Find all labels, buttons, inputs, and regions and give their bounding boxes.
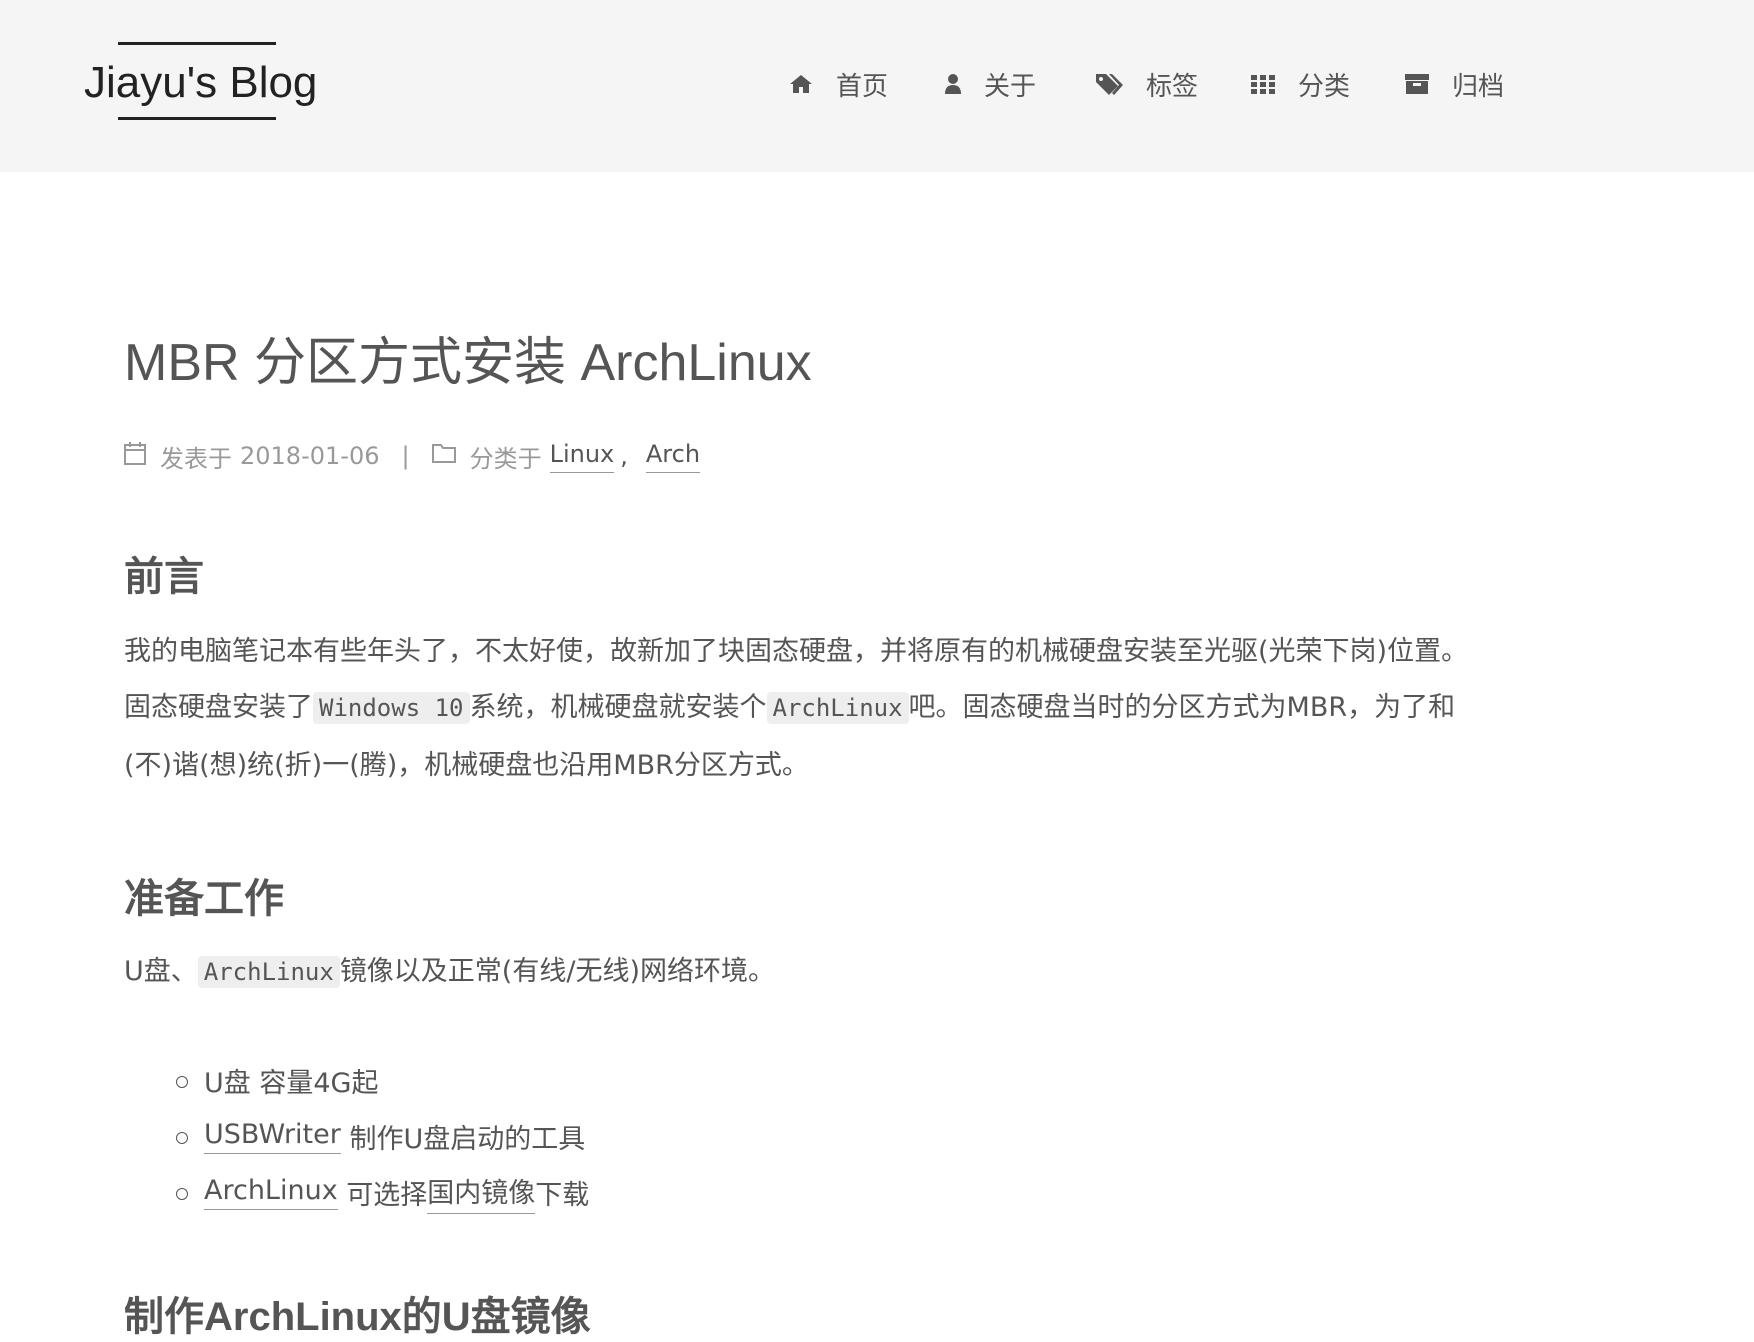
brand-name[interactable]: Jiayu's Blog [84, 56, 317, 110]
menu-label-categories: 分类 [1298, 71, 1351, 102]
paragraph-text: 我的电脑笔记本有些年头了，不太好使，故新加了块固态硬盘，并将原有的机械硬盘安装至… [124, 636, 1469, 667]
category-link-arch[interactable]: Arch [645, 440, 701, 473]
meta-separator: | [401, 442, 410, 470]
usbwriter-link[interactable]: USBWriter [204, 1119, 341, 1154]
menu-label-about: 关于 [984, 71, 1037, 102]
menu-item-archives[interactable]: 归档 [1404, 62, 1504, 106]
home-icon [788, 71, 814, 97]
list-item-text: U盘 容量4G起 [204, 1067, 379, 1099]
site-brand[interactable]: Jiayu's Blog [84, 42, 344, 122]
section-heading-preface: 前言 [124, 555, 204, 599]
archive-icon [1404, 71, 1430, 97]
list-item: USBWriter 制作U盘启动的工具 [176, 1108, 589, 1164]
paragraph-text: U盘、 [124, 956, 198, 987]
folder-icon [431, 442, 456, 470]
list-item: U盘 容量4G起 [176, 1052, 589, 1108]
user-icon [944, 71, 962, 97]
paragraph-text: 吧。固态硬盘当时的分区方式为MBR，为了和 [908, 692, 1456, 723]
list-item-text: 下载 [535, 1179, 590, 1211]
calendar-icon [124, 441, 146, 471]
list-bullet [176, 1076, 188, 1088]
list-item: ArchLinux 可选择 国内镜像 下载 [176, 1164, 589, 1220]
paragraph-text: (不)谐(想)统(折)一(腾)，机械硬盘也沿用MBR分区方式。 [124, 750, 809, 781]
paragraph-text: 镜像以及正常(有线/无线)网络环境。 [339, 956, 775, 987]
list-bullet [176, 1188, 188, 1200]
post-title: MBR 分区方式安装 ArchLinux [124, 334, 812, 392]
section-heading-preparation: 准备工作 [124, 877, 284, 921]
menu-item-categories[interactable]: 分类 [1250, 62, 1350, 106]
paragraph-text: 系统，机械硬盘就安装个 [469, 692, 767, 723]
paragraph-text: 固态硬盘安装了 [124, 692, 313, 723]
menu-item-home[interactable]: 首页 [788, 62, 888, 106]
inline-code: ArchLinux [766, 692, 909, 724]
paragraph-line: 固态硬盘安装了 Windows 10 系统，机械硬盘就安装个 ArchLinux 吧。固… [124, 688, 1455, 728]
list-item-text: 可选择 [337, 1179, 428, 1211]
menu-item-tags[interactable]: 标签 [1094, 62, 1198, 106]
post-date: 2018-01-06 [240, 442, 380, 470]
paragraph-line: 我的电脑笔记本有些年头了，不太好使，故新加了块固态硬盘，并将原有的机械硬盘安装至… [124, 632, 1468, 672]
category-label: 分类于 [469, 444, 542, 473]
grid-icon [1250, 71, 1276, 97]
archlinux-link[interactable]: ArchLinux [204, 1175, 338, 1210]
category-link-linux[interactable]: Linux [549, 440, 615, 473]
inline-code: ArchLinux [197, 956, 340, 988]
inline-code: Windows 10 [313, 692, 470, 724]
site-header: Jiayu's Blog 首页 关于 标签 分类 归档 [0, 0, 1754, 172]
menu-item-about[interactable]: 关于 [944, 62, 1036, 106]
menu-label-tags: 标签 [1146, 71, 1199, 102]
domestic-mirror-link[interactable]: 国内镜像 [427, 1171, 536, 1214]
menu-label-archives: 归档 [1452, 71, 1505, 102]
section-heading-make-usb: 制作ArchLinux的U盘镜像 [124, 1295, 591, 1339]
post-meta: 发表于 2018-01-06 | 分类于 Linux , Arch [124, 436, 701, 476]
menu-label-home: 首页 [836, 71, 889, 102]
paragraph-line: U盘、 ArchLinux 镜像以及正常(有线/无线)网络环境。 [124, 952, 775, 992]
tags-icon [1094, 71, 1124, 97]
requirements-list: U盘 容量4G起 USBWriter 制作U盘启动的工具 ArchLinux 可… [176, 1052, 589, 1220]
category-comma: , [620, 442, 628, 470]
paragraph-line: (不)谐(想)统(折)一(腾)，机械硬盘也沿用MBR分区方式。 [124, 746, 809, 786]
list-bullet [176, 1132, 188, 1144]
brand-line-top [118, 42, 276, 45]
brand-line-bottom [118, 117, 276, 120]
published-label: 发表于 [160, 444, 232, 473]
list-item-text: 制作U盘启动的工具 [340, 1123, 586, 1155]
